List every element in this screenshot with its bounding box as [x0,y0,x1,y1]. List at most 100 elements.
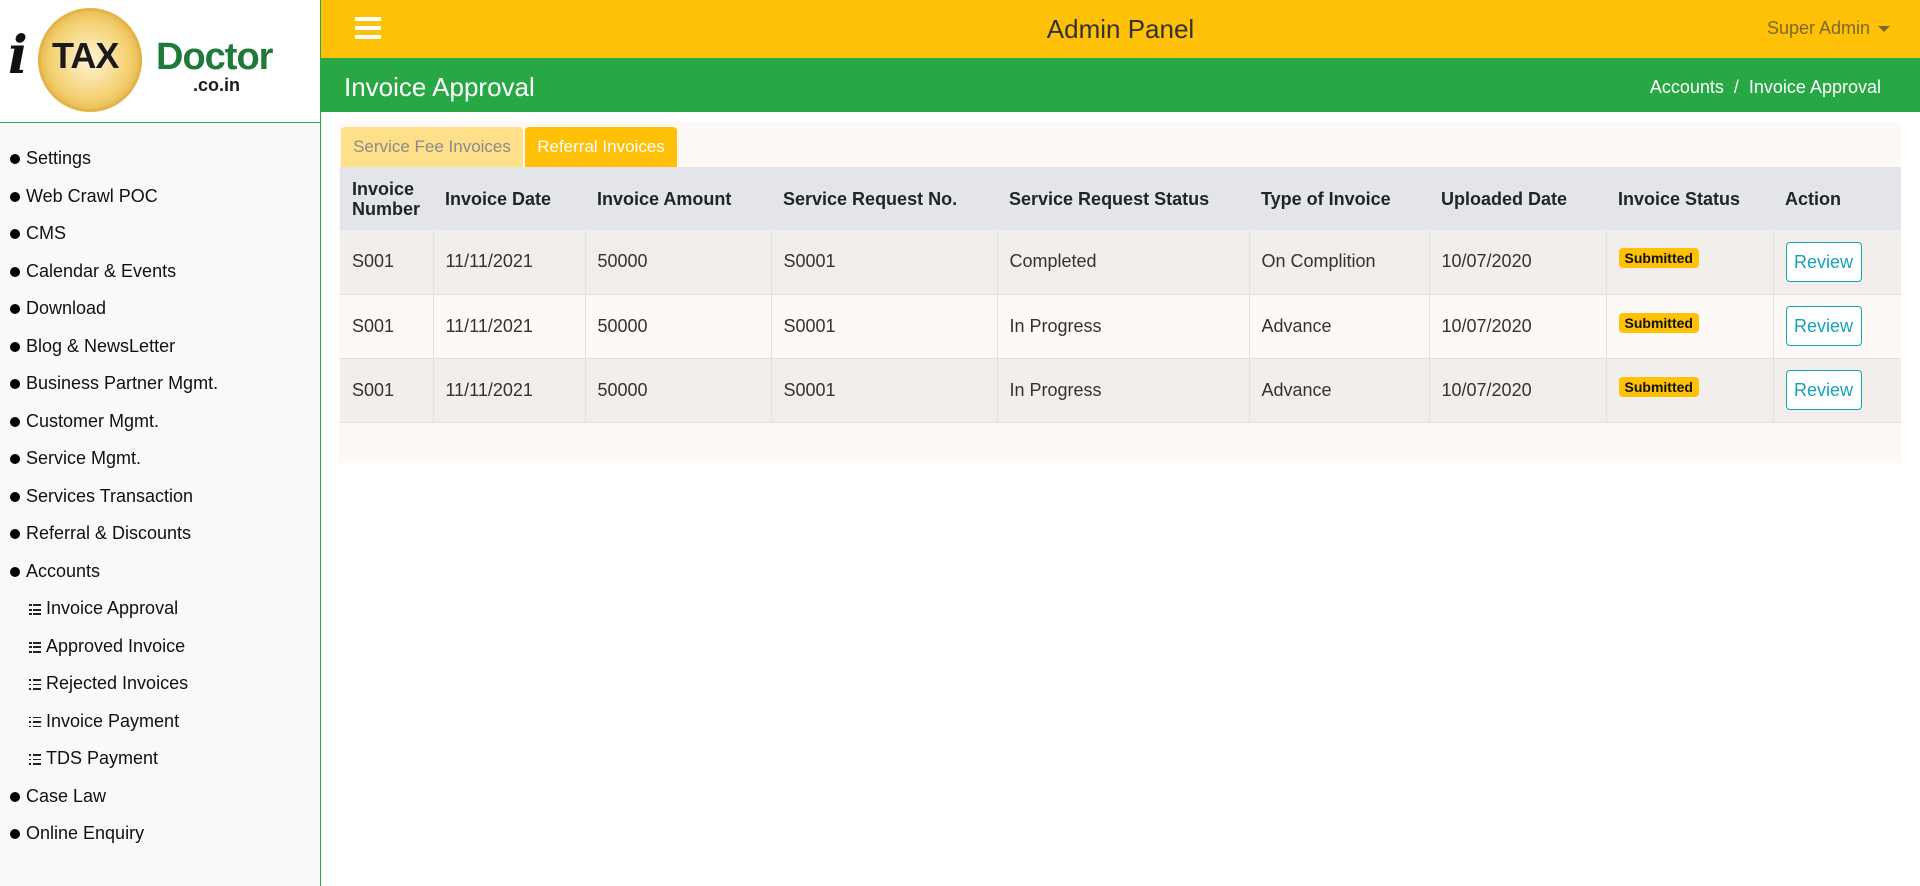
cell-invoice-number: S001 [340,230,433,295]
bullet-icon [10,379,20,389]
col-type-of-invoice: Type of Invoice [1261,188,1391,209]
col-invoice-amount: Invoice Amount [597,188,732,209]
sidebar-item-case-law[interactable]: Case Law [0,778,320,816]
cell-type-of-invoice: On Complition [1248,230,1429,295]
bullet-icon [10,829,20,839]
sidebar-item-label: CMS [26,223,66,243]
cell-invoice-status: Submitted [1605,294,1773,359]
bullet-icon [10,304,20,314]
col-invoice-date: Invoice Date [445,188,552,209]
cell-service-request-status: Completed [996,230,1249,295]
cell-service-request-no: S0001 [770,358,997,423]
col-uploaded-date: Uploaded Date [1441,188,1568,209]
logo-doctor: Doctor [156,36,273,78]
sidebar-item-web-crawl-poc[interactable]: Web Crawl POC [0,178,320,216]
review-button[interactable]: Review [1785,370,1862,410]
cell-type-of-invoice: Advance [1248,294,1429,359]
sidebar-item-label: Calendar & Events [26,260,177,281]
tab-service-fee-invoices[interactable]: Service Fee Invoices [341,127,523,167]
table-row: S001 11/11/2021 50000 S0001 In Progress … [340,358,1901,423]
sidebar-nav: Settings Web Crawl POC CMS Calendar & Ev… [0,123,320,853]
bullet-icon [10,566,20,577]
logo-tax: TAX [52,35,119,76]
bullet-icon [10,341,20,352]
sidebar-subitem-invoice-approval[interactable]: Invoice Approval [0,590,320,628]
cell-invoice-status: Submitted [1605,358,1773,423]
cell-type-of-invoice: Advance [1248,358,1429,423]
user-menu-dropdown[interactable]: Super Admin [1767,18,1890,39]
invoice-table: Invoice Number Invoice Date Invoice Amou… [340,167,1901,423]
sidebar-item-label: Customer Mgmt. [26,410,160,431]
cell-invoice-date: 11/11/2021 [432,358,585,423]
sidebar-subitem-invoice-payment[interactable]: Invoice Payment [0,703,320,741]
bullet-icon [10,191,20,202]
sidebar-item-referral-discounts[interactable]: Referral & Discounts [0,515,320,553]
col-invoice-status: Invoice Status [1618,188,1741,209]
sidebar-subitem-tds-payment[interactable]: TDS Payment [0,740,320,778]
sidebar-item-business-partner[interactable]: Business Partner Mgmt. [0,365,320,403]
top-header: Admin Panel Super Admin [321,0,1920,58]
list-icon [29,641,41,653]
bullet-icon [10,229,20,239]
sidebar-item-blog-newsletter[interactable]: Blog & NewsLetter [0,328,320,366]
logo-domain: .co.in [193,75,241,95]
sidebar-item-service-mgmt[interactable]: Service Mgmt. [0,440,320,478]
page-title-bar: Invoice Approval Accounts / Invoice Approv… [321,58,1920,112]
sidebar-item-customer-mgmt[interactable]: Customer Mgmt. [0,403,320,441]
sidebar-item-online-enquiry[interactable]: Online Enquiry [0,815,320,853]
sidebar-item-services-transaction[interactable]: Services Transaction [0,478,320,516]
breadcrumb: Accounts / Invoice Approval [1650,77,1881,98]
sidebar: i TAX Doctor .co.in Settings Web Crawl P… [0,0,321,886]
bullet-icon [10,454,20,464]
breadcrumb-separator: / [1733,77,1739,97]
breadcrumb-accounts[interactable]: Accounts [1650,77,1724,97]
sidebar-subitem-approved-invoice[interactable]: Approved Invoice [0,628,320,666]
cell-invoice-status: Submitted [1605,230,1773,295]
sidebar-subitem-label: TDS Payment [46,748,159,768]
status-badge: Submitted [1618,376,1699,397]
sidebar-item-label: Online Enquiry [26,823,145,843]
caret-down-icon [1878,26,1890,33]
sidebar-subitem-label: Invoice Approval [46,598,179,618]
bullet-icon [10,266,20,277]
col-invoice-number: Invoice Number [352,178,421,219]
sidebar-item-label: Business Partner Mgmt. [26,373,219,393]
status-badge: Submitted [1618,312,1699,333]
sidebar-item-cms[interactable]: CMS [0,215,320,253]
col-service-request-status: Service Request Status [1009,188,1210,209]
sidebar-item-calendar-events[interactable]: Calendar & Events [0,253,320,291]
sidebar-item-settings[interactable]: Settings [0,140,320,178]
sidebar-item-label: Services Transaction [26,485,194,506]
sidebar-item-label: Accounts [26,560,101,581]
cell-service-request-status: In Progress [996,294,1249,359]
sidebar-item-label: Download [26,298,107,318]
bullet-icon [10,529,20,539]
sidebar-item-accounts[interactable]: Accounts [0,553,320,591]
sidebar-item-label: Case Law [26,785,107,806]
cell-uploaded-date: 10/07/2020 [1428,230,1606,295]
tab-referral-invoices[interactable]: Referral Invoices [525,127,677,167]
cell-service-request-no: S0001 [770,230,997,295]
cell-invoice-amount: 50000 [584,294,771,359]
sidebar-subitem-label: Invoice Payment [46,710,180,731]
cell-invoice-amount: 50000 [584,230,771,295]
cell-invoice-amount: 50000 [584,358,771,423]
sidebar-item-download[interactable]: Download [0,290,320,328]
review-button[interactable]: Review [1785,241,1862,282]
sidebar-subitem-rejected-invoices[interactable]: Rejected Invoices [0,665,320,703]
list-icon [29,716,41,728]
sidebar-subitem-label: Approved Invoice [46,635,186,656]
bullet-icon [10,791,20,802]
header-title: Admin Panel [1046,14,1195,44]
logo[interactable]: i TAX Doctor .co.in [0,0,320,123]
col-action: Action [1785,188,1841,209]
sidebar-item-label: Web Crawl POC [26,185,158,206]
table-header-row: Invoice Number Invoice Date Invoice Amou… [340,167,1901,230]
col-service-request-no: Service Request No. [783,188,958,209]
cell-service-request-no: S0001 [770,294,997,359]
review-button[interactable]: Review [1785,306,1862,346]
cell-action: Review [1772,230,1901,295]
table-row: S001 11/11/2021 50000 S0001 Completed On… [340,230,1901,295]
sidebar-item-label: Settings [26,148,92,168]
list-icon [29,754,41,765]
